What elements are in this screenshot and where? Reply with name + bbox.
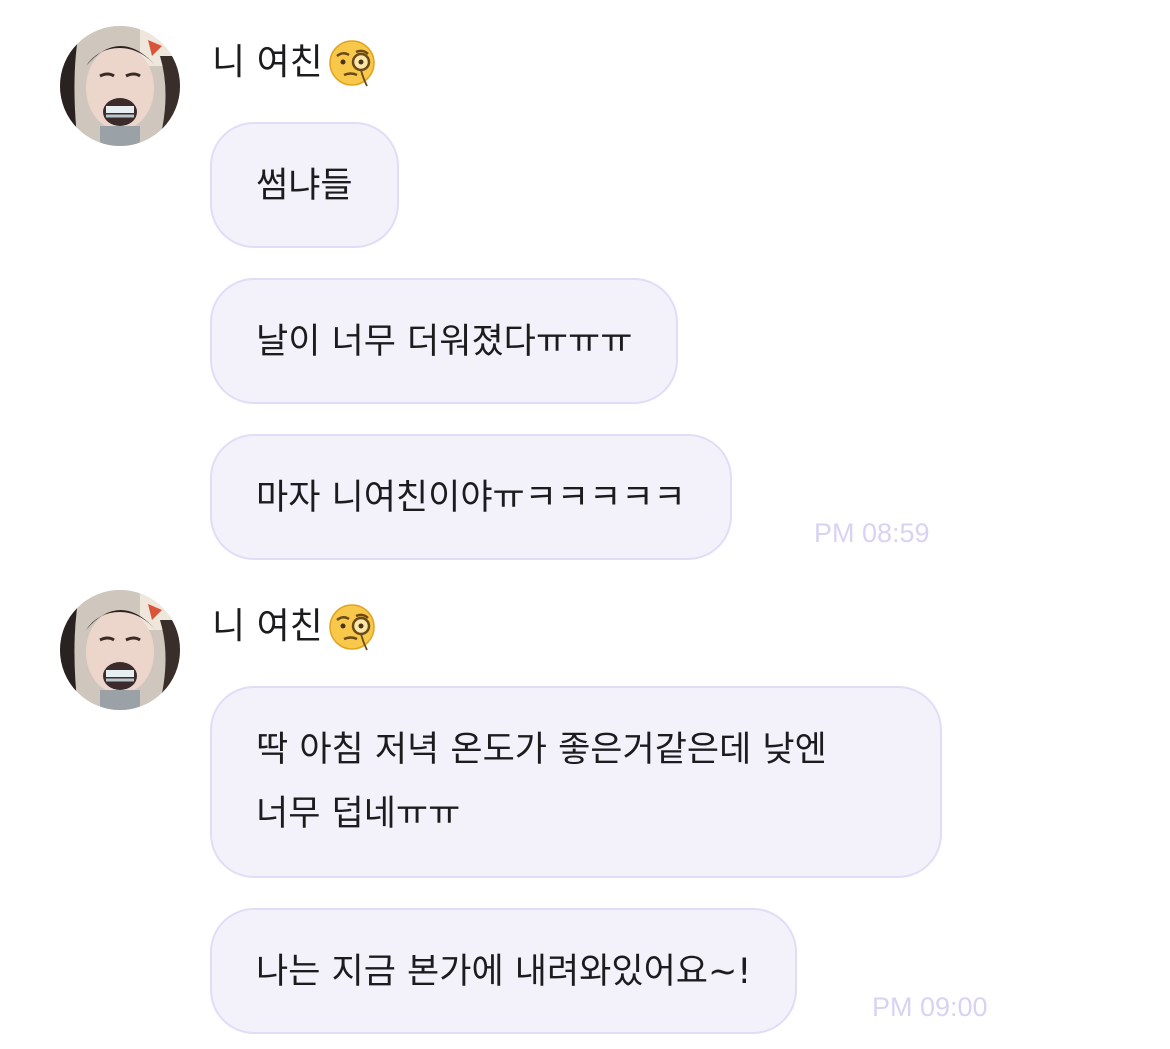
face-with-monocle-icon [327,38,377,88]
avatar[interactable] [60,26,180,146]
message-bubble[interactable]: 딱 아침 저녁 온도가 좋은거같은데 낮엔 너무 덥네ㅠㅠ [210,686,942,878]
message-bubble[interactable]: 날이 너무 더워졌다ㅠㅠㅠ [210,278,679,404]
sender-name: 니 여친 [212,38,377,88]
avatar-photo-icon [60,590,180,710]
avatar[interactable] [60,590,180,710]
message-bubble[interactable]: 썸냐들 [210,122,399,248]
sender-name-label: 니 여친 [212,42,323,83]
sender-name: 니 여친 [212,602,377,652]
message-bubble[interactable]: 나는 지금 본가에 내려와있어요~! [210,908,798,1034]
avatar-photo-icon [60,26,180,146]
message-bubble[interactable]: 마자 니여친이야ㅠㅋㅋㅋㅋㅋ [210,434,732,560]
message-timestamp: PM 08:59 [814,518,930,548]
sender-name-label: 니 여친 [212,606,323,647]
face-with-monocle-icon [327,602,377,652]
message-timestamp: PM 09:00 [872,992,988,1022]
